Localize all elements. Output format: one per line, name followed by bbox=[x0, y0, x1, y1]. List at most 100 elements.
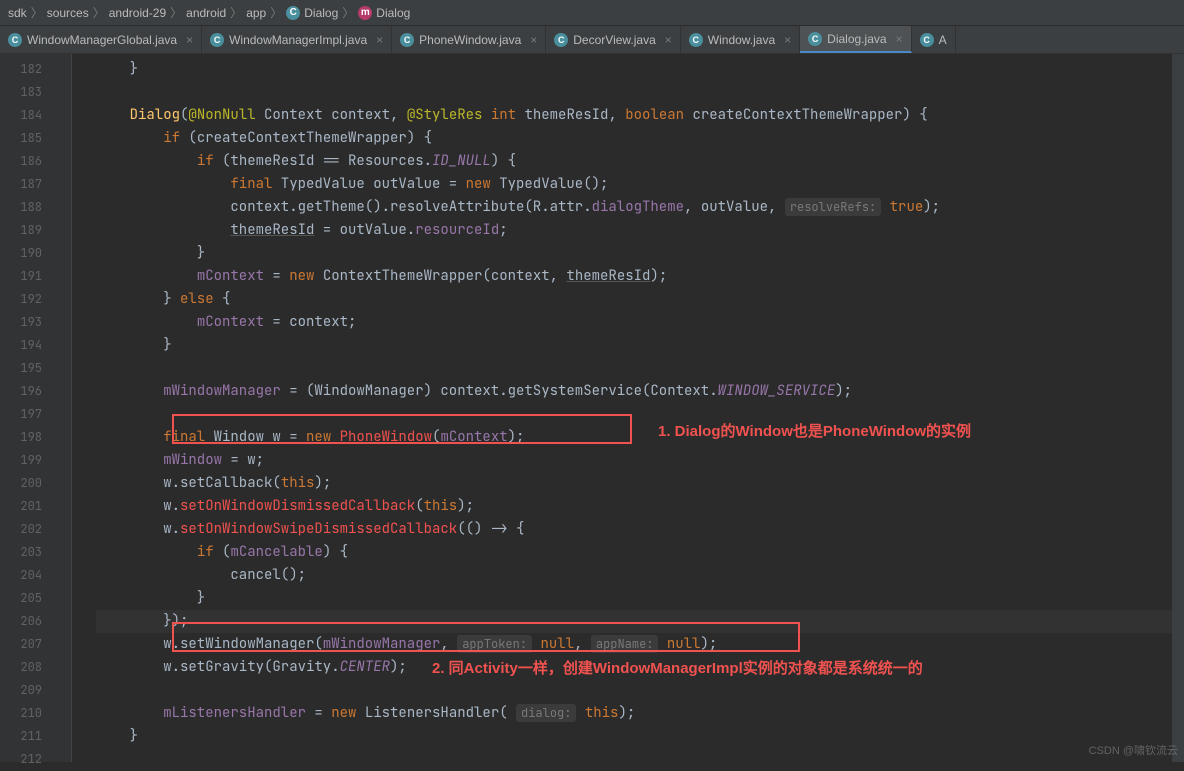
tab-dialog-java[interactable]: C Dialog.java × bbox=[800, 26, 911, 53]
breadcrumb-label: sources bbox=[47, 6, 89, 20]
line-number-gutter: 1821831841851861871881891901911921931941… bbox=[0, 54, 60, 762]
line-number: 193 bbox=[0, 311, 60, 334]
close-icon[interactable]: × bbox=[896, 32, 903, 46]
code-line[interactable]: if (mCancelable) { bbox=[96, 541, 1184, 564]
code-line[interactable]: mWindow = w; bbox=[96, 449, 1184, 472]
java-class-icon: C bbox=[689, 33, 703, 47]
line-number: 200 bbox=[0, 472, 60, 495]
method-icon: m bbox=[358, 6, 372, 20]
breadcrumb-label: sdk bbox=[8, 6, 27, 20]
line-number: 182 bbox=[0, 58, 60, 81]
breadcrumb-item[interactable]: android bbox=[186, 6, 226, 20]
breadcrumb-item[interactable]: C Dialog bbox=[286, 6, 338, 20]
tab-label: WindowManagerImpl.java bbox=[229, 33, 367, 47]
code-line[interactable]: if (themeResId == Resources.ID_NULL) { bbox=[96, 150, 1184, 173]
code-line[interactable]: themeResId = outValue.resourceId; bbox=[96, 219, 1184, 242]
close-icon[interactable]: × bbox=[186, 33, 193, 47]
tab-decorview-java[interactable]: C DecorView.java × bbox=[546, 26, 681, 53]
chevron-right-icon: 〉 bbox=[31, 4, 43, 21]
code-line[interactable]: final Window w = new PhoneWindow(mContex… bbox=[96, 426, 1184, 449]
code-line[interactable]: } bbox=[96, 725, 1184, 748]
code-line[interactable]: } bbox=[96, 587, 1184, 610]
code-line[interactable] bbox=[96, 679, 1184, 702]
code-line[interactable] bbox=[96, 357, 1184, 380]
line-number: 187 bbox=[0, 173, 60, 196]
code-line[interactable] bbox=[96, 81, 1184, 104]
tab-label: A bbox=[939, 33, 947, 47]
line-number: 209 bbox=[0, 679, 60, 702]
java-class-icon: C bbox=[8, 33, 22, 47]
breadcrumb-item[interactable]: sources bbox=[47, 6, 89, 20]
breadcrumb-label: app bbox=[246, 6, 266, 20]
breadcrumb-item[interactable]: sdk bbox=[8, 6, 27, 20]
code-line[interactable]: } bbox=[96, 242, 1184, 265]
code-line[interactable]: mListenersHandler = new ListenersHandler… bbox=[96, 702, 1184, 725]
breadcrumb-label: Dialog bbox=[376, 6, 410, 20]
java-class-icon: C bbox=[920, 33, 934, 47]
code-line[interactable]: cancel(); bbox=[96, 564, 1184, 587]
vertical-scrollbar[interactable] bbox=[1172, 54, 1184, 762]
tab-windowmanagerimpl-java[interactable]: CWindowManagerImpl.java× bbox=[202, 26, 392, 53]
line-number: 192 bbox=[0, 288, 60, 311]
line-number: 211 bbox=[0, 725, 60, 748]
code-line[interactable]: mWindowManager = (WindowManager) context… bbox=[96, 380, 1184, 403]
close-icon[interactable]: × bbox=[530, 33, 537, 47]
code-line[interactable]: w.setCallback(this); bbox=[96, 472, 1184, 495]
code-line[interactable]: final TypedValue outValue = new TypedVal… bbox=[96, 173, 1184, 196]
chevron-right-icon: 〉 bbox=[270, 4, 282, 21]
chevron-right-icon: 〉 bbox=[342, 4, 354, 21]
class-icon: C bbox=[286, 6, 300, 20]
tab-windowmanagerglobal-java[interactable]: CWindowManagerGlobal.java× bbox=[0, 26, 202, 53]
code-line[interactable]: }); bbox=[96, 610, 1184, 633]
breadcrumb-item[interactable]: android-29 bbox=[109, 6, 166, 20]
code-line[interactable]: } else { bbox=[96, 288, 1184, 311]
close-icon[interactable]: × bbox=[784, 33, 791, 47]
code-editor: 1821831841851861871881891901911921931941… bbox=[0, 54, 1184, 762]
code-line[interactable] bbox=[96, 748, 1184, 762]
code-line[interactable]: Dialog(@NonNull Context context, @StyleR… bbox=[96, 104, 1184, 127]
code-line[interactable]: } bbox=[96, 58, 1184, 81]
line-number: 185 bbox=[0, 127, 60, 150]
java-class-icon: C bbox=[554, 33, 568, 47]
line-number: 184 bbox=[0, 104, 60, 127]
breadcrumb-item[interactable]: m Dialog bbox=[358, 6, 410, 20]
code-area[interactable]: } Dialog(@NonNull Context context, @Styl… bbox=[72, 54, 1184, 762]
java-class-icon: C bbox=[400, 33, 414, 47]
line-number: 204 bbox=[0, 564, 60, 587]
breadcrumb-item[interactable]: app bbox=[246, 6, 266, 20]
tab-a[interactable]: CA bbox=[912, 26, 956, 53]
tab-label: Dialog.java bbox=[827, 32, 886, 46]
code-line[interactable]: } bbox=[96, 334, 1184, 357]
line-number: 186 bbox=[0, 150, 60, 173]
close-icon[interactable]: × bbox=[665, 33, 672, 47]
code-line[interactable]: w.setOnWindowDismissedCallback(this); bbox=[96, 495, 1184, 518]
code-line[interactable]: mContext = new ContextThemeWrapper(conte… bbox=[96, 265, 1184, 288]
annotation-text-2: 2. 同Activity一样，创建WindowManagerImpl实例的对象都… bbox=[432, 657, 923, 678]
line-number: 198 bbox=[0, 426, 60, 449]
code-line[interactable]: mContext = context; bbox=[96, 311, 1184, 334]
breadcrumb-label: android-29 bbox=[109, 6, 166, 20]
code-line[interactable]: w.setOnWindowSwipeDismissedCallback(() -… bbox=[96, 518, 1184, 541]
java-class-icon: C bbox=[808, 32, 822, 46]
breadcrumb-label: Dialog bbox=[304, 6, 338, 20]
tab-label: DecorView.java bbox=[573, 33, 656, 47]
line-number: 208 bbox=[0, 656, 60, 679]
line-number: 189 bbox=[0, 219, 60, 242]
fold-gutter bbox=[60, 54, 72, 762]
chevron-right-icon: 〉 bbox=[230, 4, 242, 21]
line-number: 203 bbox=[0, 541, 60, 564]
chevron-right-icon: 〉 bbox=[93, 4, 105, 21]
line-number: 212 bbox=[0, 748, 60, 771]
breadcrumb-label: android bbox=[186, 6, 226, 20]
line-number: 191 bbox=[0, 265, 60, 288]
editor-tabs: CWindowManagerGlobal.java×CWindowManager… bbox=[0, 26, 1184, 54]
code-line[interactable]: w.setWindowManager(mWindowManager, appTo… bbox=[96, 633, 1184, 656]
code-line[interactable]: context.getTheme().resolveAttribute(R.at… bbox=[96, 196, 1184, 219]
close-icon[interactable]: × bbox=[376, 33, 383, 47]
line-number: 197 bbox=[0, 403, 60, 426]
tab-window-java[interactable]: CWindow.java× bbox=[681, 26, 800, 53]
tab-phonewindow-java[interactable]: CPhoneWindow.java× bbox=[392, 26, 546, 53]
line-number: 188 bbox=[0, 196, 60, 219]
code-line[interactable] bbox=[96, 403, 1184, 426]
code-line[interactable]: if (createContextThemeWrapper) { bbox=[96, 127, 1184, 150]
